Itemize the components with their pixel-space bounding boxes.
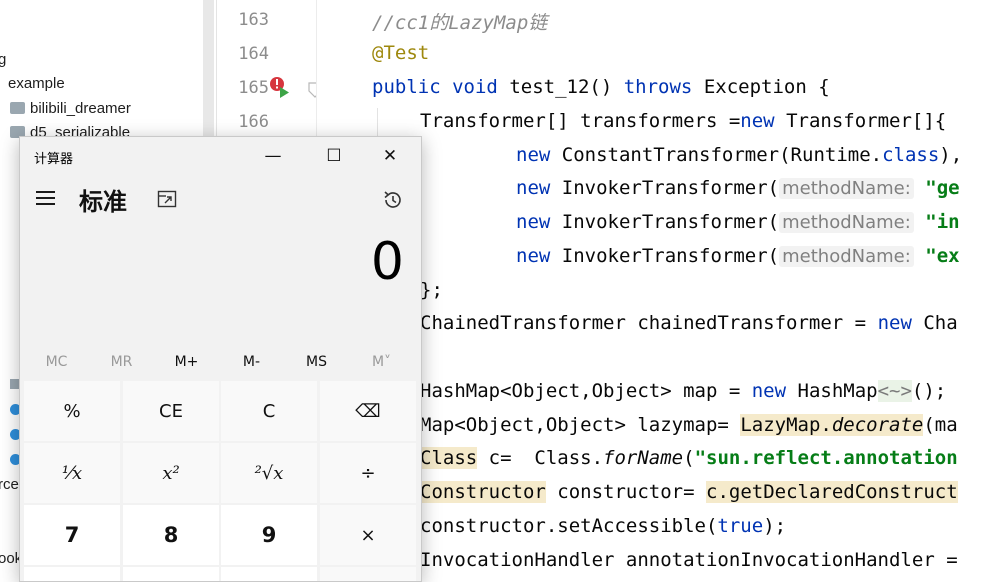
code-line: public void test_12() throws Exception { (372, 76, 830, 98)
tree-item-bilibili-dreamer[interactable]: bilibili_dreamer (10, 100, 131, 117)
folder-icon (10, 102, 25, 114)
memory-row: MC MR M+ M- MS M˅ (24, 347, 417, 377)
menu-bar (35, 197, 55, 199)
parameter-hint: methodName: (779, 212, 914, 233)
window-title: 计算器 (34, 152, 74, 167)
code-line: Class c= Class.forName("sun.reflect.anno… (420, 447, 958, 469)
square-root-button[interactable]: ²√x (221, 443, 317, 503)
reciprocal-label: ¹⁄x (61, 462, 83, 484)
memory-recall-button[interactable]: MR (89, 347, 154, 377)
digit-7-button[interactable]: 7 (24, 505, 120, 565)
memory-subtract-button[interactable]: M- (219, 347, 284, 377)
code-annotation: @Test (372, 42, 430, 64)
minimize-button[interactable]: — (245, 137, 301, 175)
memory-store-button[interactable]: MS (284, 347, 349, 377)
code-line: Constructor constructor= c.getDeclaredCo… (420, 481, 958, 503)
code-line: InvocationHandler annotationInvocationHa… (420, 549, 958, 571)
history-icon[interactable] (382, 189, 404, 211)
digit-8-button[interactable]: 8 (123, 505, 219, 565)
code-comment: //cc1的LazyMap链 (372, 12, 548, 34)
code-line: constructor.setAccessible(true); (420, 515, 787, 537)
code-line: ChainedTransformer chainedTransformer = … (420, 312, 958, 334)
backspace-button[interactable]: ⌫ (320, 381, 416, 441)
code-line: }; (420, 279, 443, 301)
line-number: 166 (238, 112, 269, 132)
tree-item-label: bilibili_dreamer (30, 100, 131, 117)
memory-clear-button[interactable]: MC (24, 347, 89, 377)
memory-list-button[interactable]: M˅ (349, 347, 414, 377)
digit-9-button[interactable]: 9 (221, 505, 317, 565)
parameter-hint: methodName: (779, 246, 914, 267)
code-line: Map<Object,Object> lazymap= LazyMap.deco… (420, 414, 958, 436)
code-line: new InvokerTransformer(methodName: "ge (516, 177, 960, 199)
memory-add-button[interactable]: M+ (154, 347, 219, 377)
calculator-window[interactable]: 计算器 — ☐ ✕ 标准 0 MC MR M+ M- MS M˅ % CE C … (19, 136, 422, 582)
code-line: new InvokerTransformer(methodName: "ex (516, 245, 960, 267)
close-button[interactable]: ✕ (362, 137, 418, 175)
code-line: new InvokerTransformer(methodName: "in (516, 211, 960, 233)
hamburger-menu-button[interactable] (30, 183, 60, 213)
parameter-hint: methodName: (779, 178, 914, 199)
menu-bar (35, 191, 55, 193)
percent-button[interactable]: % (24, 381, 120, 441)
tree-item-example[interactable]: example (8, 75, 65, 92)
maximize-button[interactable]: ☐ (306, 137, 362, 175)
multiply-button[interactable]: × (320, 505, 416, 565)
reciprocal-button[interactable]: ¹⁄x (24, 443, 120, 503)
square-label: x² (162, 462, 180, 484)
keep-on-top-icon[interactable] (157, 190, 177, 208)
divide-button[interactable]: ÷ (320, 443, 416, 503)
menu-bar (35, 203, 55, 205)
line-number: 164 (238, 44, 269, 64)
code-line: Transformer[] transformers =new Transfor… (420, 110, 947, 132)
line-number: 165 (238, 78, 269, 98)
run-test-icon[interactable] (268, 76, 290, 100)
tree-item-fragment[interactable]: rce (0, 476, 19, 493)
line-number: 163 (238, 10, 269, 30)
square-button[interactable]: x² (123, 443, 219, 503)
calculator-titlebar[interactable]: 计算器 — ☐ ✕ (20, 137, 421, 175)
clear-entry-button[interactable]: CE (123, 381, 219, 441)
code-line: new ConstantTransformer(Runtime.class), (516, 144, 963, 166)
clear-button[interactable]: C (221, 381, 317, 441)
mode-title: 标准 (79, 188, 127, 216)
calculator-header: 标准 (20, 175, 421, 225)
tree-item[interactable]: g (0, 51, 6, 68)
code-line: HashMap<Object,Object> map = new HashMap… (420, 380, 947, 402)
square-root-label: ²√x (254, 462, 284, 484)
result-display: 0 (370, 232, 404, 292)
